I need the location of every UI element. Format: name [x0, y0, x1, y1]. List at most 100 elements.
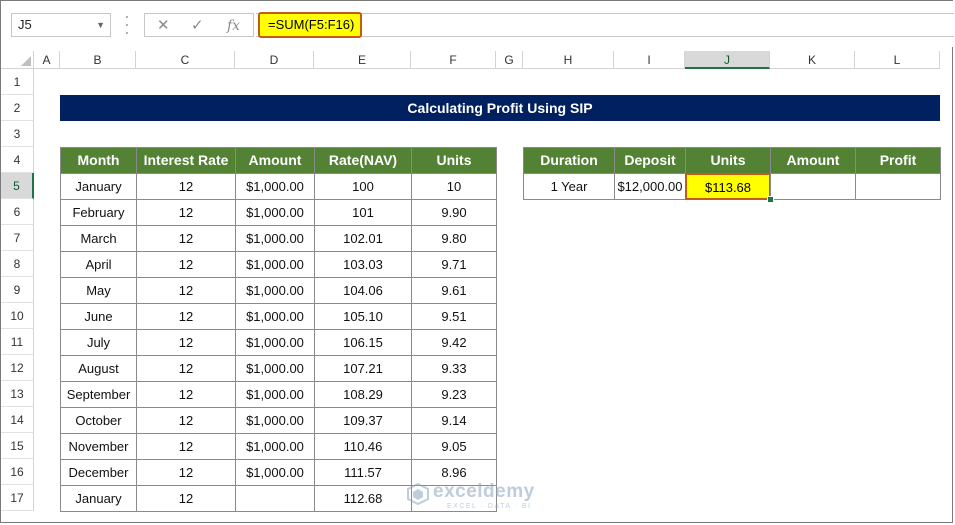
left-table-cell[interactable]: $1,000.00 [235, 199, 315, 226]
left-table-cell[interactable]: 9.80 [411, 225, 497, 252]
right-table-header-cell[interactable]: Amount [770, 147, 856, 174]
left-table-cell[interactable]: 12 [136, 381, 236, 408]
left-table-cell[interactable]: 12 [136, 251, 236, 278]
left-table-cell[interactable]: November [60, 433, 137, 460]
left-table-cell[interactable]: May [60, 277, 137, 304]
left-table-cell[interactable]: 12 [136, 407, 236, 434]
left-table-cell[interactable]: $1,000.00 [235, 225, 315, 252]
formula-text[interactable]: =SUM(F5:F16) [258, 12, 362, 38]
name-box[interactable]: J5 ▼ [11, 13, 111, 37]
left-table-cell[interactable]: August [60, 355, 137, 382]
left-table-cell[interactable]: 12 [136, 329, 236, 356]
right-table-cell[interactable]: 1 Year [523, 173, 615, 200]
column-header-f[interactable]: F [411, 51, 496, 69]
column-header-c[interactable]: C [136, 51, 235, 69]
column-header-g[interactable]: G [496, 51, 523, 69]
left-table-cell[interactable]: 106.15 [314, 329, 412, 356]
left-table-cell[interactable]: $1,000.00 [235, 459, 315, 486]
left-table-cell[interactable]: 112.68 [314, 485, 412, 512]
left-table-cell[interactable]: 101 [314, 199, 412, 226]
left-table-cell[interactable]: 10 [411, 173, 497, 200]
left-table-cell[interactable]: October [60, 407, 137, 434]
left-table-cell[interactable]: 12 [136, 485, 236, 512]
left-table-cell[interactable]: January [60, 173, 137, 200]
left-table-cell[interactable]: July [60, 329, 137, 356]
chevron-down-icon[interactable]: ▼ [96, 14, 105, 36]
left-table-cell[interactable]: 9.23 [411, 381, 497, 408]
row-header-17[interactable]: 17 [1, 485, 34, 511]
left-table-cell[interactable]: 9.14 [411, 407, 497, 434]
left-table-cell[interactable]: 9.51 [411, 303, 497, 330]
left-table-cell[interactable]: 100 [314, 173, 412, 200]
right-table-header-cell[interactable]: Profit [855, 147, 941, 174]
row-header-3[interactable]: 3 [1, 121, 34, 147]
left-table-cell[interactable]: March [60, 225, 137, 252]
left-table-cell[interactable]: 12 [136, 173, 236, 200]
column-header-e[interactable]: E [314, 51, 411, 69]
left-table-cell[interactable]: $1,000.00 [235, 251, 315, 278]
left-table-header-cell[interactable]: Interest Rate [136, 147, 236, 174]
column-header-h[interactable]: H [523, 51, 614, 69]
row-header-11[interactable]: 11 [1, 329, 34, 355]
left-table-cell[interactable]: 9.33 [411, 355, 497, 382]
left-table-cell[interactable] [235, 485, 315, 512]
row-header-7[interactable]: 7 [1, 225, 34, 251]
left-table-header-cell[interactable]: Month [60, 147, 137, 174]
left-table-cell[interactable]: $1,000.00 [235, 407, 315, 434]
left-table-header-cell[interactable]: Rate(NAV) [314, 147, 412, 174]
row-header-6[interactable]: 6 [1, 199, 34, 225]
left-table-cell[interactable]: September [60, 381, 137, 408]
left-table-cell[interactable]: 9.71 [411, 251, 497, 278]
left-table-cell[interactable]: December [60, 459, 137, 486]
right-table-header-cell[interactable]: Duration [523, 147, 615, 174]
row-header-4[interactable]: 4 [1, 147, 34, 173]
column-header-l[interactable]: L [855, 51, 940, 69]
left-table-cell[interactable]: 12 [136, 355, 236, 382]
column-header-b[interactable]: B [60, 51, 136, 69]
drag-handle-icon[interactable] [125, 16, 129, 34]
left-table-cell[interactable]: 12 [136, 433, 236, 460]
selected-cell-j5[interactable]: $113.68 [685, 173, 771, 200]
left-table-cell[interactable]: 12 [136, 199, 236, 226]
left-table-cell[interactable]: $1,000.00 [235, 173, 315, 200]
left-table-cell[interactable]: 12 [136, 277, 236, 304]
row-header-5[interactable]: 5 [1, 173, 34, 199]
left-table-cell[interactable]: $1,000.00 [235, 303, 315, 330]
left-table-cell[interactable]: January [60, 485, 137, 512]
right-table-cell[interactable] [855, 173, 941, 200]
left-table-cell[interactable]: 107.21 [314, 355, 412, 382]
left-table-cell[interactable]: $1,000.00 [235, 329, 315, 356]
left-table-cell[interactable]: 12 [136, 225, 236, 252]
sheet-title[interactable]: Calculating Profit Using SIP [60, 95, 940, 121]
column-header-j[interactable]: J [685, 51, 770, 69]
left-table-cell[interactable]: 9.05 [411, 433, 497, 460]
right-table-cell[interactable]: $12,000.00 [614, 173, 686, 200]
left-table-cell[interactable]: February [60, 199, 137, 226]
enter-icon[interactable]: ✓ [191, 15, 204, 37]
left-table-cell[interactable]: 12 [136, 459, 236, 486]
left-table-cell[interactable]: $1,000.00 [235, 277, 315, 304]
left-table-cell[interactable]: 111.57 [314, 459, 412, 486]
row-header-13[interactable]: 13 [1, 381, 34, 407]
row-header-16[interactable]: 16 [1, 459, 34, 485]
left-table-cell[interactable]: $1,000.00 [235, 433, 315, 460]
left-table-cell[interactable]: 9.61 [411, 277, 497, 304]
left-table-cell[interactable]: 9.42 [411, 329, 497, 356]
cancel-icon[interactable]: ✕ [157, 15, 170, 37]
left-table-cell[interactable]: 108.29 [314, 381, 412, 408]
insert-function-icon[interactable]: fx [227, 15, 240, 37]
column-header-i[interactable]: I [614, 51, 685, 69]
column-header-d[interactable]: D [235, 51, 314, 69]
column-header-k[interactable]: K [770, 51, 855, 69]
row-header-2[interactable]: 2 [1, 95, 34, 121]
row-header-1[interactable]: 1 [1, 69, 34, 95]
row-header-9[interactable]: 9 [1, 277, 34, 303]
left-table-cell[interactable]: 109.37 [314, 407, 412, 434]
left-table-cell[interactable]: 103.03 [314, 251, 412, 278]
left-table-cell[interactable]: 102.01 [314, 225, 412, 252]
left-table-cell[interactable]: 12 [136, 303, 236, 330]
left-table-cell[interactable]: 9.90 [411, 199, 497, 226]
left-table-cell[interactable]: $1,000.00 [235, 381, 315, 408]
right-table-header-cell[interactable]: Deposit [614, 147, 686, 174]
row-header-10[interactable]: 10 [1, 303, 34, 329]
